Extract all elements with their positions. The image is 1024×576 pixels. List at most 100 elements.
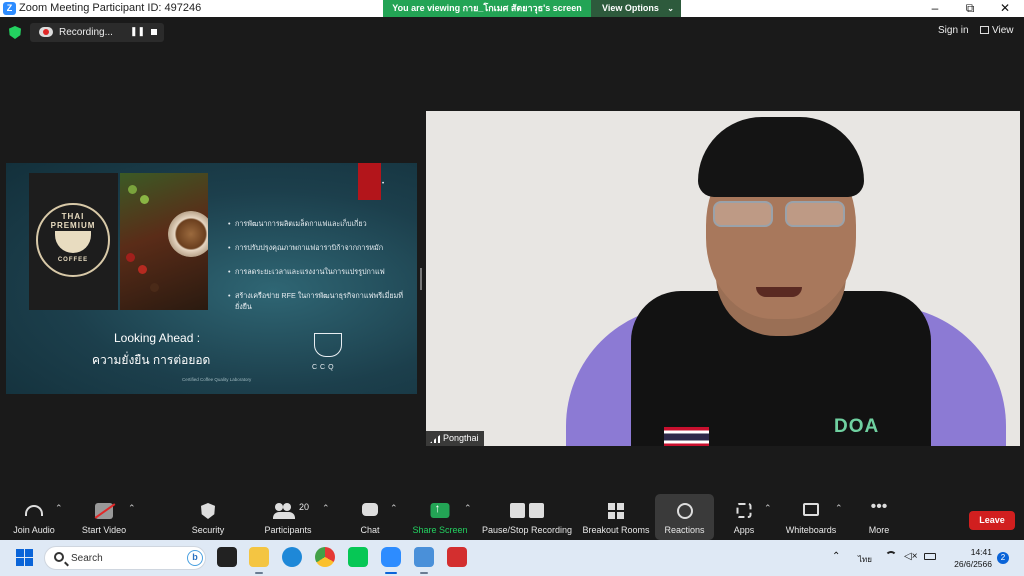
more-dots-icon: ••• xyxy=(870,498,888,515)
slide-bullet-list: การพัฒนาการผลิตเมล็ดกาแฟและเก็บเกี่ยว กา… xyxy=(228,218,413,325)
volume-muted-icon[interactable]: ◁× xyxy=(904,551,918,562)
close-button[interactable]: ✕ xyxy=(988,0,1022,17)
edge-browser-icon[interactable] xyxy=(282,547,302,567)
participants-count: 20 xyxy=(299,502,310,512)
start-video-button[interactable]: ⌃ Start Video xyxy=(75,494,136,540)
file-explorer-icon[interactable] xyxy=(249,547,269,574)
participant-hair xyxy=(698,117,864,197)
slide-subheading: ความยั่งยืน การต่อยอด xyxy=(92,353,211,367)
taskbar-search[interactable]: Search b xyxy=(44,546,206,570)
signal-strength-icon xyxy=(430,435,440,443)
slide-marker: • xyxy=(382,181,385,187)
search-placeholder: Search xyxy=(71,553,103,564)
pause-stop-recording-button[interactable]: Pause/Stop Recording xyxy=(480,494,574,540)
chevron-up-icon[interactable]: ⌃ xyxy=(390,503,398,514)
ccq-logo-text: CCQ xyxy=(312,364,337,371)
security-label: Security xyxy=(191,525,225,535)
chevron-up-icon[interactable]: ⌃ xyxy=(55,503,63,514)
participants-icon xyxy=(273,503,295,519)
input-language[interactable]: ไทย xyxy=(858,553,872,566)
photos-app-icon[interactable] xyxy=(414,547,434,574)
start-video-label: Start Video xyxy=(81,525,127,535)
share-screen-button[interactable]: ⌃ Share Screen xyxy=(410,494,472,540)
join-audio-button[interactable]: ⌃ Join Audio xyxy=(5,494,63,540)
performance-app-icon[interactable] xyxy=(217,547,237,567)
view-options-button[interactable]: View Options ⌄ xyxy=(591,0,681,17)
slide-heading: Looking Ahead : xyxy=(114,331,201,345)
chevron-up-icon[interactable]: ⌃ xyxy=(322,503,330,514)
bing-icon[interactable]: b xyxy=(187,550,203,566)
more-button[interactable]: ••• More xyxy=(860,494,898,540)
ccq-cup-icon xyxy=(314,333,342,357)
logo-text-top: THAI PREMIUM xyxy=(50,212,96,230)
windows-taskbar: Search b ⌃ ไทย ◁× 14:41 26/6/2566 2 xyxy=(0,540,1024,576)
chevron-up-icon[interactable]: ⌃ xyxy=(464,503,472,514)
view-layout-icon xyxy=(980,26,989,34)
participant-video[interactable]: DOA xyxy=(426,111,1020,446)
apps-button[interactable]: ⌃ Apps xyxy=(724,494,772,540)
shared-screen-slide: THAI PREMIUM COFFEE • การพัฒนาการผลิตเมล… xyxy=(6,163,417,394)
apps-label: Apps xyxy=(733,525,755,535)
clock-date: 26/6/2566 xyxy=(954,559,992,569)
clock-time: 14:41 xyxy=(970,547,992,557)
system-clock[interactable]: 14:41 26/6/2566 xyxy=(944,546,992,570)
reactions-button[interactable]: Reactions xyxy=(655,494,714,540)
notification-badge[interactable]: 2 xyxy=(997,552,1009,564)
pause-stop-icon xyxy=(510,503,544,519)
stop-recording-icon[interactable] xyxy=(151,29,157,35)
thai-flag-patch xyxy=(664,427,709,446)
zoom-logo-icon: Z xyxy=(3,2,16,15)
chevron-up-icon[interactable]: ⌃ xyxy=(764,503,772,514)
wifi-icon[interactable] xyxy=(885,551,897,561)
view-button[interactable]: View xyxy=(980,25,1014,36)
chat-button[interactable]: ⌃ Chat xyxy=(350,494,398,540)
zoom-app-icon[interactable] xyxy=(381,547,401,574)
chevron-up-icon[interactable]: ⌃ xyxy=(128,503,136,514)
participants-label: Participants xyxy=(264,525,312,535)
pause-stop-recording-label: Pause/Stop Recording xyxy=(481,525,573,535)
line-app-icon[interactable] xyxy=(348,547,368,567)
acrobat-pdf-icon[interactable] xyxy=(447,547,467,567)
battery-icon[interactable] xyxy=(924,553,936,560)
logo-text-bottom: COFFEE xyxy=(57,257,89,263)
meeting-top-bar: Recording... ❚❚ Sign in View xyxy=(0,17,1024,47)
search-icon xyxy=(54,552,64,562)
viewing-screen-banner: You are viewing กาย_โกเมศ สัตยาวุธ's scr… xyxy=(383,0,591,17)
participants-button[interactable]: 20 ⌃ Participants xyxy=(258,494,329,540)
security-button[interactable]: Security xyxy=(183,494,233,540)
encryption-shield-icon[interactable] xyxy=(9,26,21,39)
video-camera-off-icon xyxy=(95,503,113,519)
view-options-label: View Options xyxy=(602,3,659,13)
participant-name-label: Pongthai xyxy=(426,431,484,446)
slide-bullet: การลดระยะเวลาและแรงงานในการแปรรูปกาแฟ xyxy=(228,266,413,277)
chat-label: Chat xyxy=(360,525,380,535)
cloud-recording-icon xyxy=(39,27,53,37)
participant-name: Pongthai xyxy=(443,433,479,443)
whiteboards-button[interactable]: ⌃ Whiteboards xyxy=(783,494,843,540)
chevron-down-icon: ⌄ xyxy=(667,4,674,13)
pause-recording-icon[interactable]: ❚❚ xyxy=(130,26,145,37)
zoom-meeting-window: Z Zoom Meeting Participant ID: 497246 Yo… xyxy=(0,0,1024,576)
whiteboards-label: Whiteboards xyxy=(785,525,837,535)
minimize-button[interactable]: – xyxy=(918,0,952,17)
coffee-cup-icon xyxy=(55,231,91,253)
windows-start-icon[interactable] xyxy=(16,549,33,566)
share-screen-label: Share Screen xyxy=(412,525,468,535)
chevron-up-icon[interactable]: ⌃ xyxy=(835,503,843,514)
coffee-bean xyxy=(150,283,159,292)
split-view-handle[interactable] xyxy=(420,268,422,290)
sign-in-link[interactable]: Sign in xyxy=(938,25,969,36)
view-label: View xyxy=(992,25,1014,36)
join-audio-label: Join Audio xyxy=(13,525,55,535)
reactions-label: Reactions xyxy=(664,525,705,535)
participant-mouth xyxy=(756,287,802,297)
breakout-rooms-button[interactable]: Breakout Rooms xyxy=(580,494,652,540)
slide-bullet: การพัฒนาการผลิตเมล็ดกาแฟและเก็บเกี่ยว xyxy=(228,218,413,229)
leave-button[interactable]: Leave xyxy=(969,511,1015,530)
show-hidden-icons-chevron-icon[interactable]: ⌃ xyxy=(832,551,840,562)
whiteboard-icon xyxy=(803,503,819,516)
chrome-browser-icon[interactable] xyxy=(315,547,335,567)
slide-bullet: สร้างเครือข่าย RFE ในการพัฒนาธุรกิจกาแฟพ… xyxy=(228,290,413,312)
coffee-cherry xyxy=(128,185,137,194)
restore-button[interactable]: ⧉ xyxy=(953,0,987,17)
